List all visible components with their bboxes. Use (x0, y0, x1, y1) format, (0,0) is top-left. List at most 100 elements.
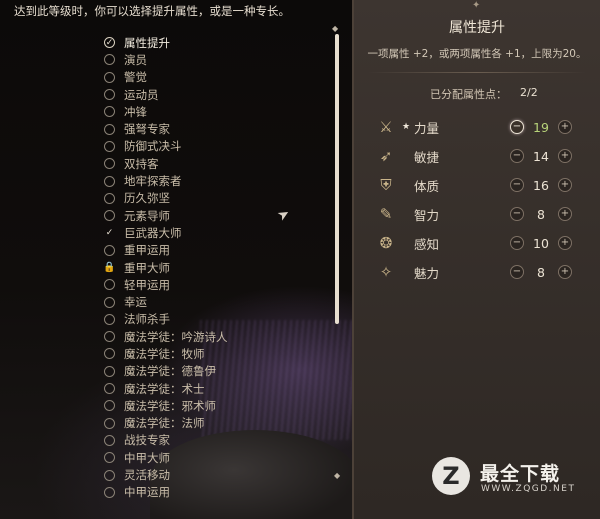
feat-label: 巨武器大师 (124, 225, 182, 240)
eye-icon: ❂ (379, 234, 393, 252)
radio-circle-icon (104, 400, 115, 412)
radio-circle-icon (104, 210, 115, 222)
radio-circle-icon (104, 140, 115, 152)
radio-circle-icon (104, 313, 115, 325)
divider (368, 72, 586, 73)
feat-item[interactable]: 灵活移动 (104, 466, 344, 483)
radio-circle-icon (104, 106, 115, 118)
feat-item[interactable]: 中甲运用 (104, 484, 344, 501)
feat-item[interactable]: 法师杀手 (104, 311, 344, 328)
attribute-row: ❂ 感知 −10 + (374, 229, 594, 257)
feat-label: 历久弥坚 (124, 191, 170, 206)
attribute-value: 16 (533, 177, 549, 193)
feat-item[interactable]: 🔒 重甲大师 (103, 259, 344, 276)
feat-item[interactable]: 演员 (104, 51, 344, 68)
increase-button[interactable]: + (558, 178, 572, 192)
radio-circle-icon (104, 365, 115, 377)
feat-list-scrollbar[interactable] (335, 34, 339, 324)
lock-icon: 🔒 (103, 262, 116, 273)
radio-circle-icon (104, 452, 115, 464)
feat-item[interactable]: 魔法学徒：吟游诗人 (104, 328, 344, 345)
feat-label: 魔法学徒：法师 (124, 416, 205, 431)
radio-circle-icon (104, 244, 115, 256)
feat-label: 演员 (124, 52, 147, 67)
feat-label: 法师杀手 (124, 312, 170, 327)
feat-item[interactable]: 元素导师 (104, 207, 344, 224)
decrease-button[interactable]: − (510, 178, 524, 192)
decrease-button[interactable]: − (510, 265, 524, 279)
feat-list: ✓ 属性提升 演员 警觉 运动员 冲锋 强弩专家 防御式决斗 双持客 地牢探索者 历久弥坚 元素导师 ✓… (103, 34, 344, 501)
ability-improvement-panel: ✦ 属性提升 一项属性 +2，或两项属性各 +1，上限为20。 已分配属性点： … (352, 0, 600, 519)
feat-item[interactable]: 强弩专家 (104, 120, 344, 137)
star-icon: ★ (402, 122, 411, 132)
feat-label: 冲锋 (124, 104, 147, 119)
feat-item[interactable]: 中甲大师 (104, 449, 344, 466)
scroll-icon: ✎ (379, 205, 393, 223)
feat-item[interactable]: 魔法学徒：术士 (104, 380, 344, 397)
attribute-name: 敏捷 (414, 149, 440, 165)
ornament-icon: ✦ (472, 0, 481, 11)
feat-item[interactable]: 魔法学徒：德鲁伊 (104, 363, 344, 380)
attribute-row: ⛨ 体质 −16 + (374, 171, 594, 199)
decrease-button[interactable]: − (510, 236, 524, 250)
feat-label: 魔法学徒：术士 (124, 381, 205, 396)
radio-circle-icon (104, 331, 115, 343)
feat-item[interactable]: 魔法学徒：牧师 (104, 345, 344, 362)
feat-label: 重甲大师 (124, 260, 170, 275)
attribute-row: ⚔ ★ 力量 −19 + (374, 113, 594, 141)
scroll-down-icon[interactable]: ◆ (334, 471, 340, 480)
feat-item[interactable]: 魔法学徒：法师 (104, 415, 344, 432)
panel-title: 属性提升 (449, 20, 505, 36)
feat-label: 运动员 (124, 87, 159, 102)
feat-label: 重甲运用 (124, 243, 170, 258)
radio-circle-icon (104, 158, 115, 170)
feat-label: 强弩专家 (124, 122, 170, 137)
feat-item[interactable]: 战技专家 (104, 432, 344, 449)
feat-item[interactable]: ✓ 属性提升 (104, 34, 344, 51)
decrease-button[interactable]: − (510, 149, 524, 163)
feat-item[interactable]: 警觉 (104, 69, 344, 86)
decrease-button[interactable]: − (510, 207, 524, 221)
feat-item[interactable]: 双持客 (104, 155, 344, 172)
radio-circle-icon (104, 175, 115, 187)
feat-item[interactable]: 历久弥坚 (104, 190, 344, 207)
attribute-value: 8 (537, 206, 545, 222)
feat-item[interactable]: 轻甲运用 (104, 276, 344, 293)
increase-button[interactable]: + (558, 265, 572, 279)
feat-label: 地牢探索者 (124, 174, 182, 189)
mask-icon: ✧ (379, 263, 393, 281)
check-icon: ✓ (105, 227, 114, 238)
attribute-value: 10 (533, 235, 549, 251)
feat-item[interactable]: 幸运 (104, 293, 344, 310)
feat-item[interactable]: 防御式决斗 (104, 138, 344, 155)
feat-item[interactable]: 重甲运用 (104, 242, 344, 259)
attribute-row: ➶ 敏捷 −14 + (374, 142, 594, 170)
sword-icon: ⚔ (379, 118, 393, 136)
increase-button[interactable]: + (558, 120, 572, 134)
feather-icon: ➶ (379, 147, 393, 165)
feat-item[interactable]: 冲锋 (104, 103, 344, 120)
feat-item[interactable]: 运动员 (104, 86, 344, 103)
increase-button[interactable]: + (558, 207, 572, 221)
feat-label: 中甲大师 (124, 450, 170, 465)
attribute-name: 感知 (414, 236, 440, 252)
attribute-value: 14 (533, 148, 549, 164)
feat-label: 魔法学徒：牧师 (124, 346, 205, 361)
watermark-url: WWW.ZQGD.NET (481, 484, 576, 494)
increase-button[interactable]: + (558, 149, 572, 163)
radio-circle-icon (104, 486, 115, 498)
decrease-button[interactable]: − (510, 120, 524, 134)
scroll-up-icon[interactable]: ◆ (332, 24, 338, 33)
feat-item[interactable]: 地牢探索者 (104, 172, 344, 189)
feat-label: 防御式决斗 (124, 139, 182, 154)
feat-item[interactable]: ✓ 巨武器大师 (104, 224, 344, 241)
feat-label: 元素导师 (124, 208, 170, 223)
radio-circle-icon (104, 348, 115, 360)
feat-item[interactable]: 魔法学徒：邪术师 (104, 397, 344, 414)
shield-icon: ⛨ (380, 176, 392, 194)
increase-button[interactable]: + (558, 236, 572, 250)
check-circle-icon: ✓ (104, 37, 115, 49)
feat-label: 属性提升 (124, 35, 170, 50)
attribute-value: 8 (537, 264, 545, 280)
attribute-value: 19 (533, 119, 549, 135)
